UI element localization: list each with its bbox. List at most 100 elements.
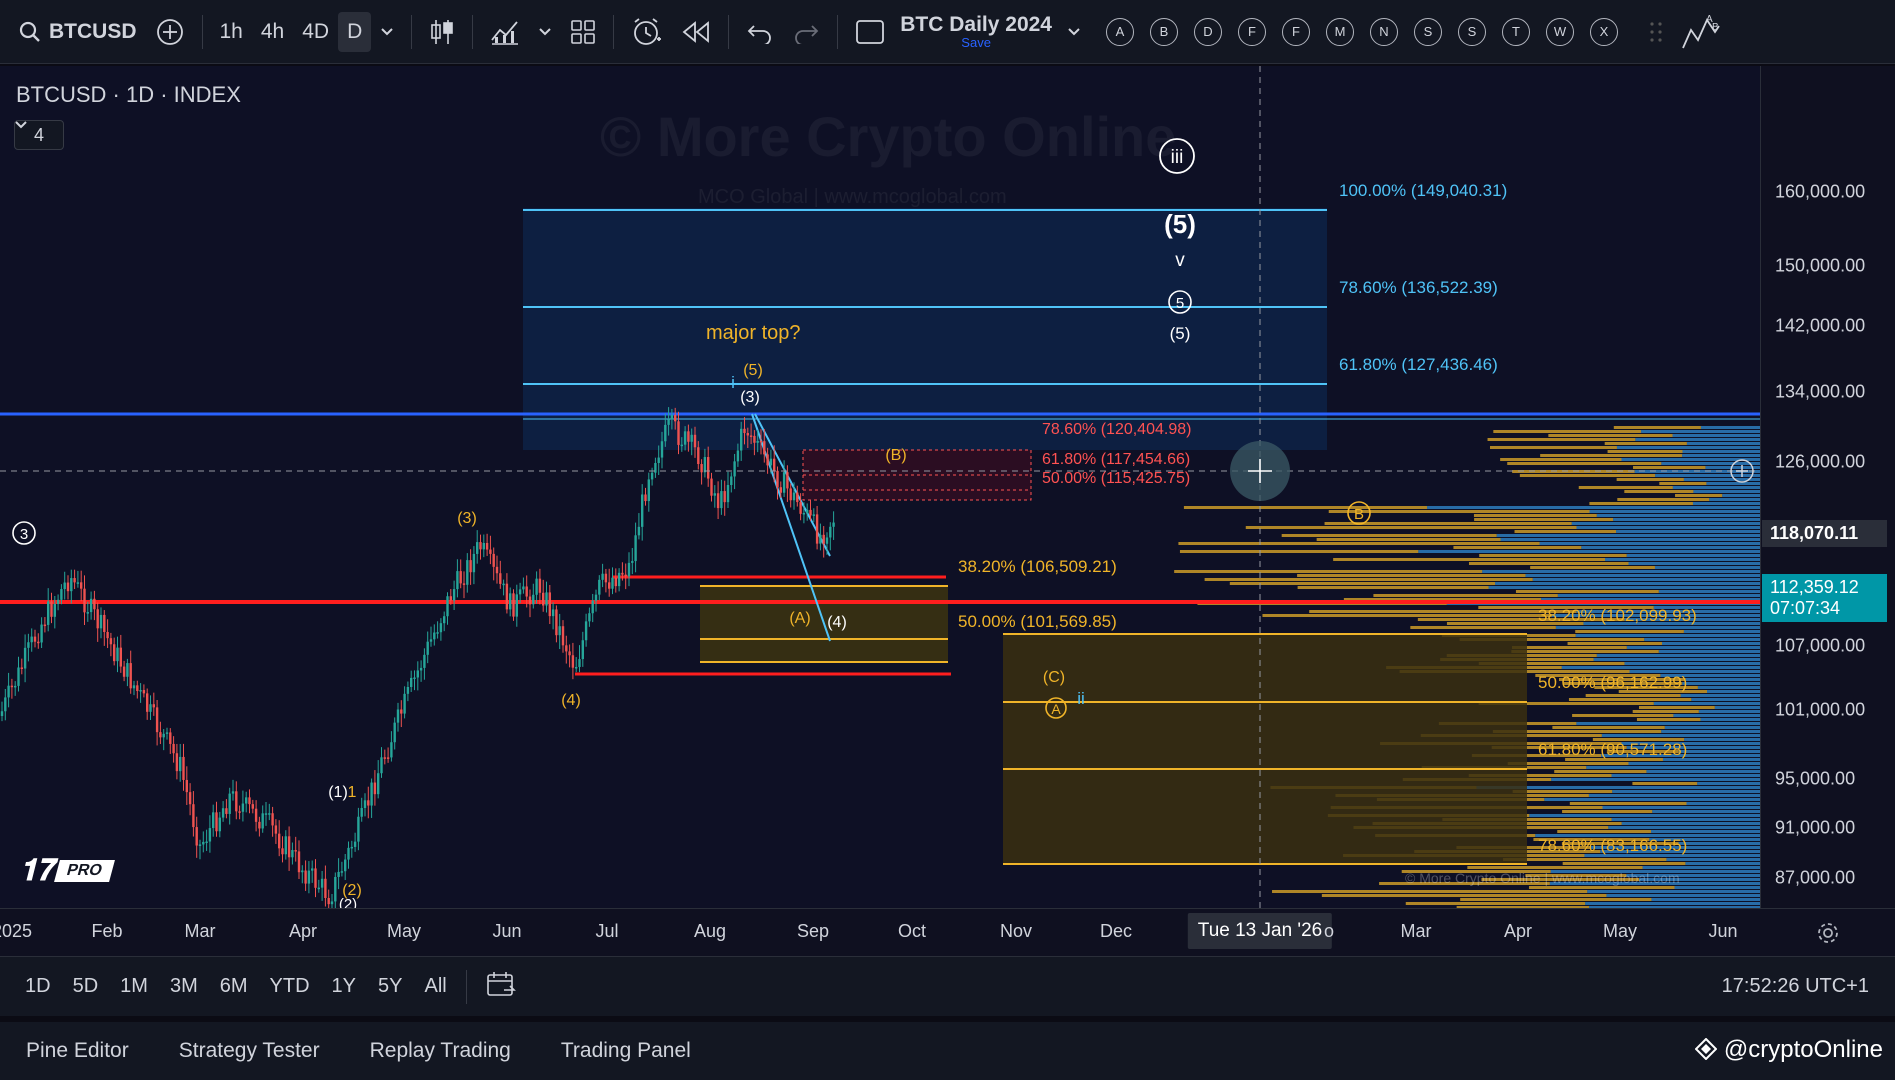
symbol-legend[interactable]: BTCUSD · 1D · INDEX (16, 82, 241, 108)
fib-label: 100.00% (149,040.31) (1339, 181, 1507, 200)
candle-body (27, 642, 30, 648)
timeframe-1h[interactable]: 1h (211, 12, 252, 52)
volume-bar (1204, 578, 1533, 581)
panel-tab[interactable]: Pine Editor (12, 1039, 143, 1063)
volume-bar (1692, 502, 1760, 505)
candle-body (80, 582, 83, 589)
alert-letter-1[interactable]: B (1150, 17, 1178, 46)
range-button[interactable]: 1M (109, 975, 159, 998)
wave-label-ii: ii (1077, 689, 1085, 708)
volume-bar (1642, 866, 1760, 869)
candle-body (179, 756, 182, 772)
panel-tab[interactable]: Replay Trading (356, 1039, 525, 1063)
alert-letter-7[interactable]: S (1414, 17, 1442, 46)
volume-bar (1453, 546, 1582, 549)
price-axis[interactable]: 118,070.11 112,359.12 07:07:34 160,000.0… (1760, 66, 1895, 941)
compare-symbol-button[interactable] (146, 12, 194, 52)
candle-body (832, 522, 835, 527)
candle-body (360, 807, 363, 817)
timezone-clock[interactable]: 17:52:26 UTC+1 (1722, 975, 1869, 998)
timeframe-dropdown[interactable] (371, 12, 403, 52)
candle-body (674, 414, 677, 422)
alert-letter-11[interactable]: X (1590, 17, 1618, 46)
time-axis[interactable]: Jun May Apr Mar Dec Nov Oct Sep Aug Jul Jun May Apr M… (0, 908, 1760, 956)
alert-letter-8[interactable]: S (1458, 17, 1486, 46)
last-price: 112,359.12 (1770, 577, 1859, 597)
chart-pane[interactable]: © More Crypto Online MCO Global | www.mc… (0, 66, 1895, 908)
layout-name-button[interactable]: BTC Daily 2024 Save (894, 12, 1058, 52)
alert-letter-10[interactable]: W (1546, 17, 1574, 46)
volume-bar (1697, 782, 1760, 785)
layout-title: BTC Daily 2024 (900, 13, 1052, 36)
indicators-dropdown[interactable] (529, 12, 561, 52)
tradingview-logo[interactable]: 𝟏𝟕 PRO (20, 854, 115, 887)
drawing-templates-button[interactable]: AB (1672, 12, 1730, 52)
fib-label: 78.60% (120,404.98) (1042, 421, 1191, 438)
volume-bar (1515, 590, 1659, 593)
candle-body (314, 868, 317, 888)
candle-body (677, 421, 680, 445)
layout-dropdown[interactable] (1058, 12, 1090, 52)
candle-body (195, 827, 198, 846)
fib-label: 50.00% (101,569.85) (958, 612, 1117, 631)
timeframe-4d[interactable]: 4D (293, 12, 338, 52)
candle-body (268, 813, 271, 815)
candle-body (555, 609, 558, 636)
goto-date-button[interactable] (475, 970, 527, 1004)
range-button[interactable]: 5D (62, 975, 110, 998)
candle-body (317, 887, 320, 890)
candle-body (271, 813, 274, 826)
candle-body (693, 434, 697, 448)
layouts-button[interactable] (561, 12, 605, 52)
replay-button[interactable] (672, 12, 720, 52)
volume-bar (1500, 458, 1622, 461)
alert-letter-6[interactable]: N (1370, 17, 1398, 46)
alert-letter-9[interactable]: T (1502, 17, 1530, 46)
range-button[interactable]: 5Y (367, 975, 413, 998)
volume-bar (1373, 594, 1558, 597)
indicators-collapse-toggle[interactable]: 4 (14, 120, 64, 150)
volume-bar (1585, 902, 1760, 905)
range-button[interactable]: YTD (259, 975, 321, 998)
candle-body (212, 812, 215, 829)
candle-body (4, 697, 7, 712)
timeframe-d[interactable]: D (338, 11, 372, 52)
undo-button[interactable] (737, 12, 783, 52)
volume-bar (1493, 430, 1642, 433)
alert-letter-0[interactable]: A (1106, 17, 1134, 46)
range-button[interactable]: All (413, 975, 457, 998)
range-button[interactable]: 1D (14, 975, 62, 998)
volume-bar (1229, 582, 1496, 585)
alarm-clock-icon (634, 17, 662, 45)
axis-settings-button[interactable] (1760, 908, 1895, 956)
alert-letter-4[interactable]: F (1282, 17, 1310, 46)
drag-handle[interactable] (1640, 12, 1672, 52)
alert-letter-5[interactable]: M (1326, 17, 1354, 46)
fullscreen-toggle[interactable] (846, 12, 894, 52)
volume-bar (1562, 810, 1653, 813)
panel-tab[interactable]: Trading Panel (547, 1039, 705, 1063)
volume-bar (1427, 506, 1760, 509)
symbol-search-button[interactable]: BTCUSD (10, 12, 146, 52)
range-button[interactable]: 6M (209, 975, 259, 998)
candle-body (99, 614, 103, 629)
redo-button[interactable] (783, 12, 829, 52)
alert-button[interactable] (622, 12, 672, 52)
candle-body (766, 454, 769, 466)
indicators-button[interactable] (481, 12, 529, 52)
range-button[interactable]: 3M (159, 975, 209, 998)
layout-save-label[interactable]: Save (961, 36, 991, 49)
alert-letter-2[interactable]: D (1194, 17, 1222, 46)
alert-letter-3[interactable]: F (1238, 17, 1266, 46)
time-tick: Mar (1400, 921, 1432, 941)
candle-body (743, 428, 746, 434)
panel-tab[interactable]: Strategy Tester (165, 1039, 334, 1063)
chart-canvas[interactable]: 100.00% (149,040.31) 78.60% (136,522.39)… (0, 66, 1760, 908)
candle-body (185, 779, 188, 793)
time-tick: Apr (1503, 921, 1533, 941)
timeframe-4h[interactable]: 4h (252, 12, 293, 52)
chart-type-button[interactable] (420, 12, 464, 52)
volume-bar (1714, 706, 1760, 709)
range-button[interactable]: 1Y (321, 975, 367, 998)
time-tick-partial: o (1323, 921, 1335, 941)
